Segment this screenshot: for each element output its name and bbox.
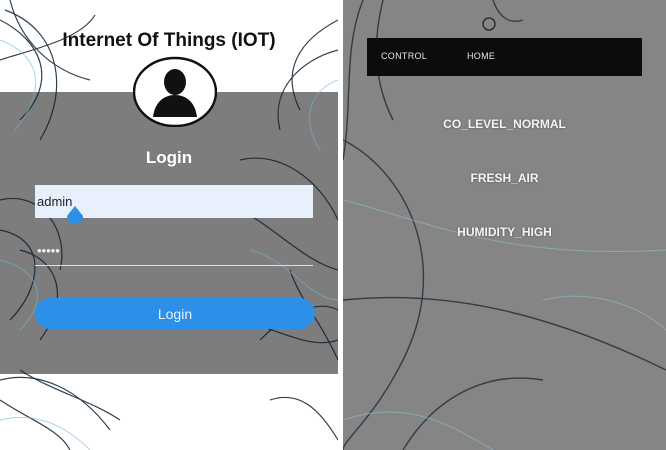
login-button[interactable]: Login [35,298,315,329]
user-avatar-icon [133,56,217,127]
nav-control-tab[interactable]: CONTROL [381,51,427,61]
dashboard-screen: CONTROL HOME CO_LEVEL_NORMAL FRESH_AIR H… [343,0,666,450]
top-navigation-bar: CONTROL HOME [367,38,642,76]
login-screen: Internet Of Things (IOT) Login Login [0,0,338,450]
nav-home-tab[interactable]: HOME [467,51,495,61]
status-co-level: CO_LEVEL_NORMAL [443,117,566,131]
app-title: Internet Of Things (IOT) [62,30,276,51]
status-humidity: HUMIDITY_HIGH [457,225,552,239]
login-heading: Login [145,148,193,167]
status-air-quality: FRESH_AIR [470,171,539,185]
login-form-panel [0,92,338,374]
login-footer-band [0,374,338,450]
password-input[interactable] [35,236,313,266]
text-caret-handle-icon[interactable] [66,205,84,225]
